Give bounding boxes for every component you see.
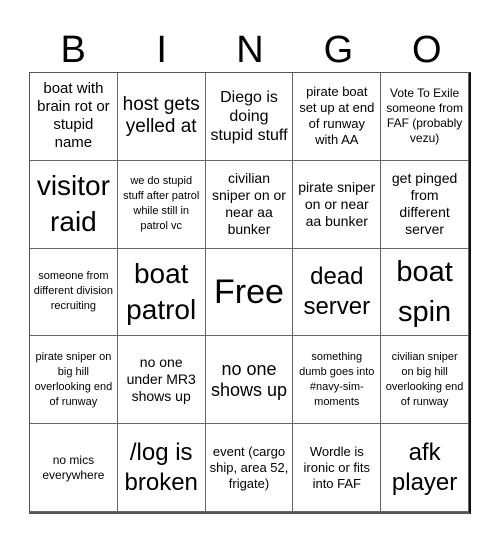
cell-text: no mics everywhere (42, 452, 105, 482)
bingo-card: boat with brain rot or stupid name host … (29, 72, 471, 514)
header-letter-b: B (60, 29, 86, 71)
bingo-cell[interactable]: Vote To Exile someone from FAF (probably… (381, 73, 469, 161)
cell-text: dead server (303, 262, 371, 320)
cell-text: we do stupid stuff after patrol while st… (123, 175, 200, 233)
bingo-cell[interactable]: we do stupid stuff after patrol while st… (117, 160, 206, 249)
header-letter-n: N (236, 29, 264, 71)
cell-text: get pinged from different server (391, 170, 458, 238)
bingo-cell[interactable]: get pinged from different server (381, 160, 469, 249)
bingo-cell[interactable]: dead server (293, 248, 382, 337)
cell-text: Vote To Exile someone from FAF (probably… (386, 86, 463, 146)
bingo-cell[interactable]: boat patrol (117, 248, 206, 337)
cell-text: Free (214, 272, 284, 311)
cell-text: civilian sniper on big hill overlooking … (385, 350, 464, 408)
bingo-cell[interactable]: pirate sniper on or near aa bunker (293, 160, 382, 249)
cell-text: pirate sniper on or near aa bunker (298, 178, 376, 229)
bingo-cell[interactable]: someone from different division recruiti… (30, 248, 118, 337)
bingo-cell[interactable]: /log is broken (117, 424, 206, 512)
cell-text: afk player (391, 438, 458, 496)
cell-text: civilian sniper on or near aa bunker (212, 170, 286, 238)
cell-text: something dumb goes into #navy-sim-momen… (299, 350, 375, 408)
cell-text: boat patrol (126, 257, 197, 325)
header-letter-o: O (412, 29, 442, 71)
bingo-cell[interactable]: no mics everywhere (30, 424, 118, 512)
bingo-cell[interactable]: civilian sniper on big hill overlooking … (381, 336, 469, 425)
bingo-cell[interactable]: Wordle is ironic or fits into FAF (293, 424, 382, 512)
cell-text: pirate boat set up at end of runway with… (299, 84, 375, 148)
cell-text: Diego is doing stupid stuff (210, 88, 288, 144)
bingo-cell[interactable]: no one shows up (205, 336, 294, 425)
bingo-cell[interactable]: Diego is doing stupid stuff (205, 73, 294, 161)
header-letter-g: G (323, 29, 354, 71)
bingo-cell[interactable]: pirate sniper on big hill overlooking en… (30, 336, 118, 425)
bingo-cell[interactable]: pirate boat set up at end of runway with… (293, 73, 382, 161)
cell-text: someone from different division recruiti… (33, 270, 114, 313)
bingo-cell[interactable]: something dumb goes into #navy-sim-momen… (293, 336, 382, 425)
cell-text: boat spin (396, 255, 453, 328)
cell-text: /log is broken (124, 438, 198, 496)
header-letter-i: I (156, 29, 167, 71)
bingo-cell[interactable]: afk player (381, 424, 469, 512)
cell-text: Wordle is ironic or fits into FAF (303, 443, 371, 491)
bingo-cell[interactable]: visitor raid (30, 160, 118, 249)
bingo-cell[interactable]: boat spin (381, 248, 469, 337)
cell-text: visitor raid (36, 170, 110, 238)
cell-text: no one shows up (210, 358, 288, 400)
bingo-cell[interactable]: event (cargo ship, area 52, frigate) (205, 424, 294, 512)
bingo-cell[interactable]: boat with brain rot or stupid name (30, 73, 118, 161)
cell-text: boat with brain rot or stupid name (37, 80, 110, 152)
cell-text: no one under MR3 shows up (126, 354, 196, 405)
cell-text: host gets yelled at (122, 94, 200, 138)
bingo-cell[interactable]: no one under MR3 shows up (117, 336, 206, 425)
cell-text: pirate sniper on big hill overlooking en… (34, 350, 113, 408)
bingo-cell[interactable]: civilian sniper on or near aa bunker (205, 160, 294, 249)
bingo-cell[interactable]: host gets yelled at (117, 73, 206, 161)
cell-text: event (cargo ship, area 52, frigate) (209, 443, 289, 491)
free-space-cell[interactable]: Free (205, 248, 294, 337)
bingo-header: B I N G O (29, 28, 471, 72)
